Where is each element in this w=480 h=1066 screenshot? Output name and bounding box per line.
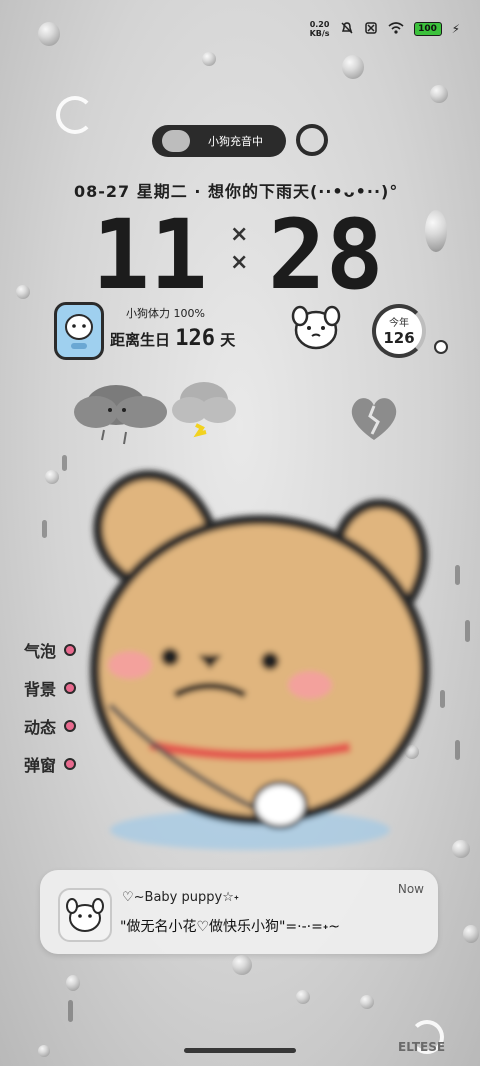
birthday-unit: 天 (220, 331, 236, 349)
menu-dynamic-label: 动态 (24, 718, 57, 737)
rain-cloud-icon (74, 382, 236, 445)
notification-message: "做无名小花♡做快乐小狗"=·-·=˖~ (120, 919, 341, 935)
clock-separator-top: × (230, 222, 249, 247)
wifi-icon (388, 21, 404, 37)
year-label: 今年 (389, 318, 409, 329)
menu-background[interactable]: 背景 (24, 676, 77, 700)
menu-background-dot-icon (64, 682, 77, 694)
small-circle-icon (434, 340, 448, 354)
battery-icon: 100 (413, 22, 442, 36)
notification-time: Now (397, 882, 424, 896)
birthday-days: 126 (175, 326, 215, 351)
loading-ring-icon (56, 96, 94, 134)
white-dog-sticker-icon (291, 305, 341, 350)
charging-icon: ⚡ (451, 22, 460, 36)
menu-background-label: 背景 (24, 680, 57, 699)
menu-dynamic-dot-icon (64, 720, 77, 732)
year-value: 126 (383, 329, 415, 347)
mute-icon (340, 21, 354, 38)
notification-title: ♡~Baby puppy☆˖ (122, 890, 239, 905)
net-speed: 0.20 KB/s (309, 20, 330, 38)
watermark: ELTESE (398, 1040, 446, 1054)
clock-separator-bottom: × (230, 250, 249, 275)
birthday-label: 距离生日 (110, 331, 171, 349)
big-dog-illustration (90, 470, 430, 850)
app-icon (58, 888, 112, 942)
dog-face-icon (162, 130, 190, 152)
status-bar: 0.20 KB/s 100 ⚡ (310, 20, 460, 38)
pill-label: 小狗充音中 (208, 135, 263, 148)
sim-off-icon (364, 21, 378, 38)
menu-dynamic[interactable]: 动态 (24, 714, 77, 738)
menu-popup-dot-icon (64, 758, 77, 770)
menu-popup-label: 弹窗 (24, 756, 57, 775)
stamina-text: 小狗体力 100% (126, 307, 205, 320)
notification-card[interactable]: ♡~Baby puppy☆˖ "做无名小花♡做快乐小狗"=·-·=˖~ Now (40, 870, 438, 954)
clock-minutes: 28 (268, 199, 384, 311)
home-indicator[interactable] (184, 1048, 296, 1053)
record-ring-icon[interactable] (296, 124, 328, 156)
broken-heart-icon (351, 398, 397, 440)
status-pill[interactable]: 小狗充音中 (152, 125, 286, 157)
clock-hours: 11 (92, 199, 208, 311)
menu-bubble[interactable]: 气泡 (24, 638, 77, 662)
menu-bubble-dot-icon (64, 644, 77, 656)
menu-bubble-label: 气泡 (24, 642, 57, 661)
birthday-countdown: 距离生日 126 天 (110, 326, 235, 351)
year-progress-widget[interactable]: 今年 126 (372, 304, 426, 358)
menu-popup[interactable]: 弹窗 (24, 752, 77, 776)
dog-badge-icon (54, 302, 104, 360)
